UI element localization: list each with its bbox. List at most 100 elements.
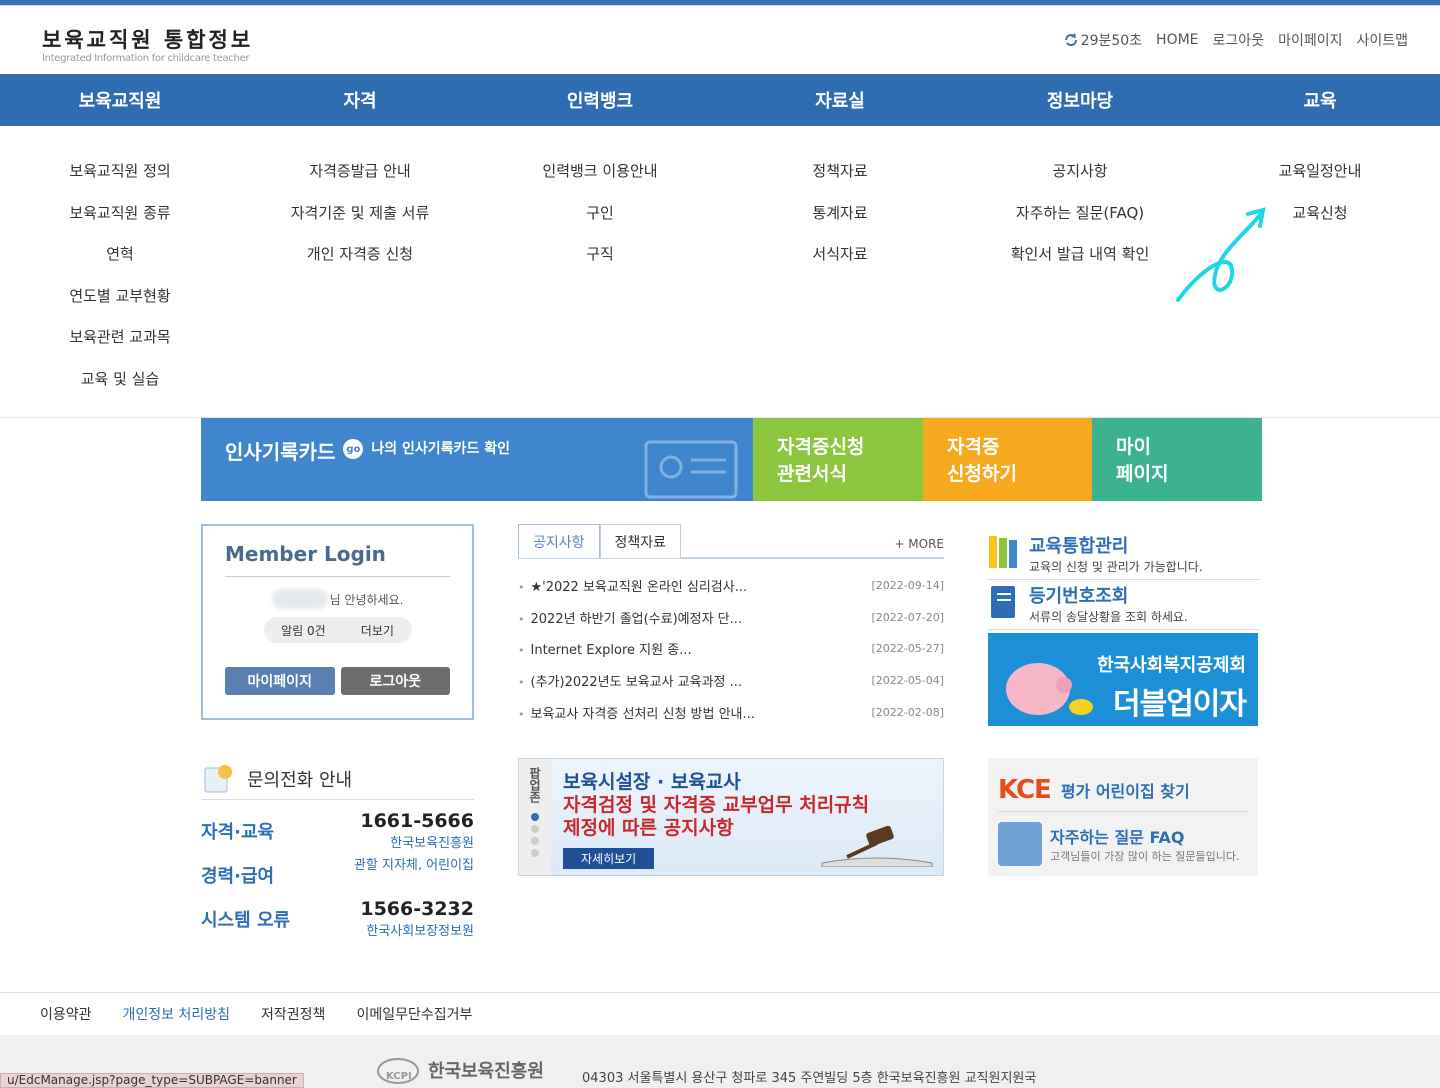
popup-label: 팝업존 (527, 767, 542, 803)
site-header: 보육교직원 통합정보 Integrated Information for ch… (0, 6, 1440, 74)
quick-banners: 인사기록카드 go 나의 인사기록카드 확인 자격증신청 관련서식 자격증 신청… (201, 418, 1262, 501)
submenu-item[interactable]: 교육일정안내 (1279, 160, 1362, 202)
submenu-item[interactable]: 연도별 교부현황 (69, 285, 170, 327)
go-badge: go (343, 439, 364, 459)
email-refusal-link[interactable]: 이메일무단수집거부 (356, 1004, 472, 1024)
mypage-banner[interactable]: 마이 페이지 (1092, 418, 1262, 501)
submenu-item[interactable]: 통계자료 (812, 202, 867, 244)
mypage-button[interactable]: 마이페이지 (225, 667, 335, 695)
utility-nav: 29분50초 HOME 로그아웃 마이페이지 사이트맵 (1063, 30, 1408, 50)
more-link[interactable]: + MORE (894, 537, 944, 551)
popup-banner[interactable]: 보육시설장 · 보육교사 자격검정 및 자격증 교부업무 처리규칙 제정에 따른… (551, 759, 943, 875)
notice-title: ★'2022 보육교직원 온라인 심리검사... (518, 576, 748, 595)
list-item[interactable]: 보육교사 자격증 선처리 신청 방법 안내... [2022-02-08] (518, 696, 945, 728)
nav-education[interactable]: 교육 (1200, 74, 1440, 126)
submenu-item[interactable]: 자격기준 및 제출 서류 (291, 202, 430, 244)
submenu-item[interactable]: 구인 (586, 202, 614, 244)
home-link[interactable]: HOME (1156, 32, 1198, 48)
popup-detail-button[interactable]: 자세히보기 (563, 848, 655, 869)
hr-card-title: 인사기록카드 (225, 440, 336, 464)
submenu-item[interactable]: 공지사항 (1052, 160, 1107, 202)
submenu-item[interactable]: 개인 자격증 신청 (307, 243, 413, 285)
registry-lookup-link[interactable]: 등기번호조회 서류의 송달상황을 조회 하세요. (987, 582, 1259, 630)
submenu-item[interactable]: 보육관련 교과목 (69, 326, 170, 368)
tab-policy[interactable]: 정책자료 (599, 524, 682, 558)
logout-button[interactable]: 로그아웃 (340, 667, 450, 695)
double-up-banner[interactable]: 한국사회복지공제회 더블업이자 (988, 633, 1258, 726)
faq-desc: 고객님들이 가장 많이 하는 질문들입니다. (1050, 850, 1240, 863)
submenu-item[interactable]: 보육교직원 종류 (69, 202, 170, 244)
list-item[interactable]: 2022년 하반기 졸업(수료)예정자 단... [2022-07-20] (518, 602, 945, 634)
cert-forms-banner[interactable]: 자격증신청 관련서식 (753, 418, 923, 501)
faq-link[interactable]: 자주하는 질문 FAQ 고객님들이 가장 많이 하는 질문들입니다. (998, 822, 1248, 866)
right-links: 교육통합관리 교육의 신청 및 관리가 가능합니다. 등기번호조회 서류의 송달… (987, 532, 1259, 632)
cert-apply-line2: 신청하기 (947, 463, 1017, 485)
mypage-link[interactable]: 마이페이지 (1278, 30, 1342, 50)
nav-info[interactable]: 정보마당 (960, 74, 1200, 126)
nav-job-bank[interactable]: 인력뱅크 (480, 74, 720, 126)
submenu-item-edu-apply[interactable]: 교육신청 (1292, 202, 1347, 244)
submenu-item[interactable]: 자주하는 질문(FAQ) (1016, 202, 1144, 244)
sitemap-link[interactable]: 사이트맵 (1356, 30, 1408, 50)
tab-notice[interactable]: 공지사항 (518, 524, 600, 558)
pager-dot[interactable] (531, 849, 539, 857)
registry-lookup-title: 등기번호조회 (1029, 586, 1129, 607)
binder-icon (989, 536, 1017, 568)
logout-link[interactable]: 로그아웃 (1213, 30, 1265, 50)
refresh-icon (1064, 33, 1077, 46)
session-timer[interactable]: 29분50초 (1063, 30, 1142, 50)
submenu-item[interactable]: 확인서 발급 내역 확인 (1011, 243, 1150, 285)
hr-card-banner[interactable]: 인사기록카드 go 나의 인사기록카드 확인 (201, 418, 753, 501)
contact-row: 시스템 오류 1566-3232 한국사회보장정보원 (201, 898, 474, 939)
nav-resources[interactable]: 자료실 (720, 74, 960, 126)
id-card-icon (644, 440, 738, 499)
submenu-qualification: 자격증발급 안내 자격기준 및 제출 서류 개인 자격증 신청 (240, 126, 480, 417)
alarm-pill: 알림 0건 더보기 (263, 617, 412, 643)
submenu-item[interactable]: 서식자료 (812, 243, 867, 285)
site-logo[interactable]: 보육교직원 통합정보 Integrated Information for ch… (42, 24, 253, 64)
contact-info: 문의전화 안내 자격·교육 1661-5666 한국보육진흥원 경력·급여 관할 … (201, 758, 474, 939)
submenu-item[interactable]: 자격증발급 안내 (309, 160, 410, 202)
notice-date: [2022-05-27] (871, 642, 944, 656)
phone-book-icon (204, 764, 232, 792)
mypage-line1: 마이 (1116, 436, 1151, 458)
hr-card-desc: 나의 인사기록카드 확인 (371, 441, 510, 457)
book-icon (991, 586, 1015, 618)
submenu-item[interactable]: 구직 (586, 243, 614, 285)
submenu-item[interactable]: 보육교직원 정의 (69, 160, 170, 202)
copyright-link[interactable]: 저작권정책 (261, 1004, 325, 1024)
pager-dot[interactable] (531, 813, 539, 821)
notice-date: [2022-02-08] (871, 705, 944, 719)
footer-address: 04303 서울특별시 용산구 청파로 345 주연빌딩 5층 한국보육진흥원 … (582, 1071, 1037, 1086)
list-item[interactable]: Internet Explore 지원 종... [2022-05-27] (518, 633, 945, 665)
svg-text:KCPI: KCPI (386, 1071, 412, 1082)
kce-logo: KCE (998, 774, 1052, 805)
privacy-link[interactable]: 개인정보 처리방침 (123, 1004, 231, 1024)
kce-evaluation-link[interactable]: KCE 평가 어린이집 찾기 (998, 768, 1248, 812)
edu-management-link[interactable]: 교육통합관리 교육의 신청 및 관리가 가능합니다. (987, 532, 1259, 580)
logo-title: 보육교직원 통합정보 (42, 28, 254, 52)
cert-forms-line1: 자격증신청 (777, 436, 865, 458)
submenu-item[interactable]: 인력뱅크 이용안내 (542, 160, 657, 202)
registry-lookup-desc: 서류의 송달상황을 조회 하세요. (1029, 610, 1188, 624)
kcpi-logo-icon: KCPI (377, 1058, 419, 1084)
popup-sidebar: 팝업존 (519, 759, 551, 875)
submenu-item[interactable]: 교육 및 실습 (81, 368, 160, 410)
pager-dot[interactable] (531, 825, 539, 833)
list-item[interactable]: (추가)2022년도 보육교사 교육과정 ... [2022-05-04] (518, 665, 945, 697)
submenu-item[interactable]: 연혁 (106, 243, 134, 285)
submenu-item[interactable]: 정책자료 (812, 160, 867, 202)
piggy-bank-icon (1006, 663, 1093, 715)
alarm-more-link[interactable]: 더보기 (361, 622, 394, 639)
contact-header: 문의전화 안내 (201, 758, 474, 800)
cert-apply-banner[interactable]: 자격증 신청하기 (923, 418, 1092, 501)
list-item[interactable]: ★'2022 보육교직원 온라인 심리검사... [2022-09-14] (518, 570, 945, 602)
tab-header: 공지사항 정책자료 + MORE (518, 524, 944, 559)
greeting-text: 님 안녕하세요. (329, 592, 404, 607)
nav-qualification[interactable]: 자격 (240, 74, 480, 126)
terms-link[interactable]: 이용약관 (40, 1004, 92, 1024)
blurred-username (271, 589, 328, 609)
pager-dot[interactable] (531, 837, 539, 845)
notice-title: 보육교사 자격증 선처리 신청 방법 안내... (518, 703, 755, 722)
nav-staff[interactable]: 보육교직원 (0, 74, 240, 126)
